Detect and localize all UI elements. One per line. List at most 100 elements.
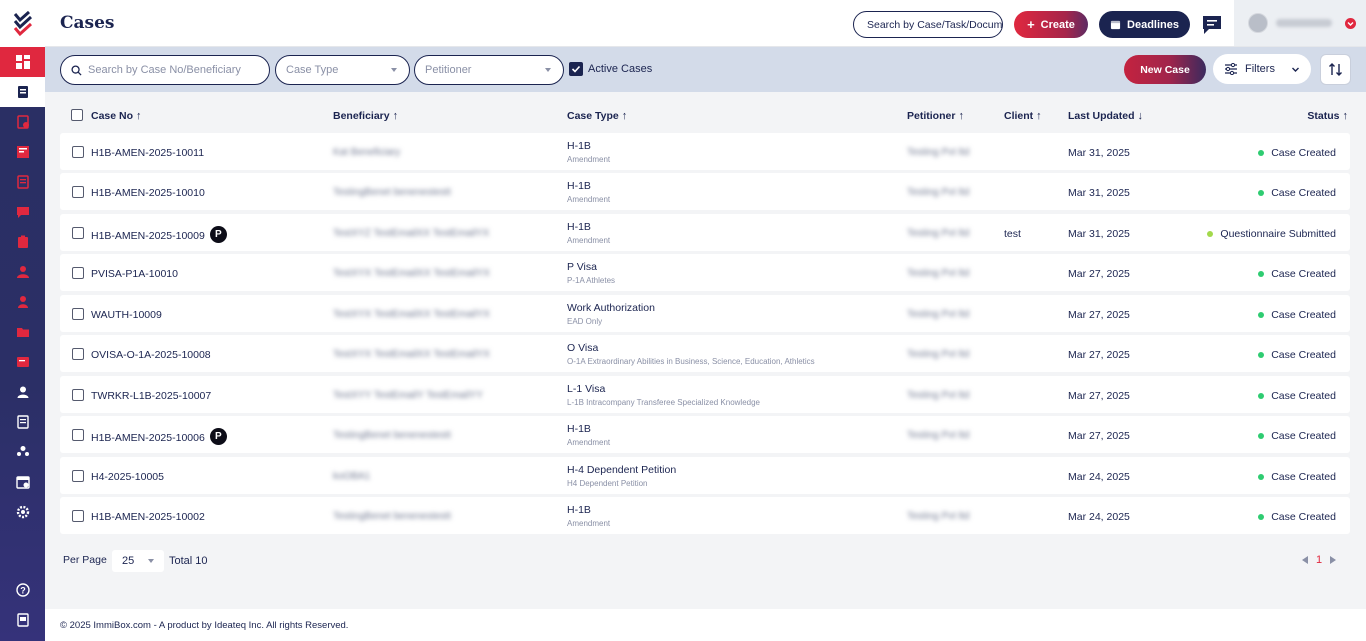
row-checkbox[interactable] (72, 308, 84, 320)
sidebar-item-clipboard[interactable] (0, 227, 45, 257)
table-row[interactable]: WAUTH-10009 TestXYX TestEmailXX TestEmai… (60, 295, 1350, 332)
notes-icon (16, 357, 29, 367)
table-row[interactable]: H1B-AMEN-2025-10006 P TestingBenet benene… (60, 416, 1350, 453)
create-button[interactable]: + Create (1014, 11, 1088, 38)
row-checkbox[interactable] (72, 186, 84, 198)
case-subtype: L-1B Intracompany Transferee Specialized… (567, 398, 760, 407)
table-row[interactable]: H1B-AMEN-2025-10011 Kat Beneficiary H-1B… (60, 133, 1350, 170)
deadlines-button[interactable]: Deadlines (1099, 11, 1190, 38)
column-header-beneficiary[interactable]: Beneficiary ↑ (333, 110, 398, 122)
filters-button[interactable]: Filters (1213, 54, 1311, 84)
case-no-link[interactable]: H1B-AMEN-2025-10011 (91, 147, 204, 159)
new-case-button[interactable]: New Case (1124, 55, 1206, 84)
status-badge: Case Created (1258, 349, 1336, 361)
chat-icon[interactable] (1201, 14, 1223, 36)
prev-page-icon[interactable] (1302, 556, 1308, 564)
beneficiary-name: TestingBenet benenestestt (333, 187, 451, 198)
sidebar-item-help[interactable]: ? (0, 575, 45, 605)
sidebar-item-guide[interactable] (0, 605, 45, 635)
global-search-input[interactable]: Search by Case/Task/Document (853, 11, 1003, 38)
sidebar-item-documents[interactable] (0, 137, 45, 167)
petitioner-select[interactable]: Petitioner (414, 55, 564, 85)
table-row[interactable]: H1B-AMEN-2025-10009 P TestXYZ TestEmailXX… (60, 214, 1350, 251)
case-search-input[interactable]: Search by Case No/Beneficiary (60, 55, 270, 85)
row-checkbox[interactable] (72, 510, 84, 522)
column-header-case-no[interactable]: Case No ↑ (91, 110, 142, 122)
app-logo[interactable] (0, 0, 45, 47)
sidebar-item-reports[interactable] (0, 407, 45, 437)
sidebar-item-team[interactable] (0, 437, 45, 467)
sidebar-item-calendar[interactable] (0, 467, 45, 497)
column-header-case-type[interactable]: Case Type ↑ (567, 110, 627, 122)
logo-icon (13, 10, 32, 36)
case-no-link[interactable]: H1B-AMEN-2025-10009 P (91, 226, 227, 243)
column-header-client[interactable]: Client ↑ (1004, 110, 1042, 122)
sidebar-item-messages[interactable] (0, 197, 45, 227)
case-no-link[interactable]: TWRKR-L1B-2025-10007 (91, 390, 211, 402)
sidebar-item-tasks[interactable] (0, 107, 45, 137)
petitioner-icon (17, 296, 28, 308)
table-row[interactable]: H1B-AMEN-2025-10010 TestingBenet benenes… (60, 173, 1350, 210)
row-checkbox[interactable] (72, 470, 84, 482)
page-number[interactable]: 1 (1316, 554, 1322, 566)
case-no-text: TWRKR-L1B-2025-10007 (91, 390, 212, 402)
case-no-link[interactable]: H4-2025-10005 (91, 471, 164, 483)
status-badge: Case Created (1258, 147, 1336, 159)
case-type: H-1B (567, 221, 591, 233)
sort-button[interactable] (1320, 54, 1351, 85)
case-no-link[interactable]: H1B-AMEN-2025-10010 (91, 187, 205, 199)
case-no-link[interactable]: H1B-AMEN-2025-10006 P (91, 428, 227, 445)
active-cases-checkbox[interactable]: Active Cases (569, 62, 652, 76)
sidebar-item-folder[interactable] (0, 317, 45, 347)
user-menu[interactable] (1234, 0, 1366, 46)
sidebar-item-beneficiary[interactable] (0, 257, 45, 287)
table-row[interactable]: TWRKR-L1B-2025-10007 TestXYY TestEmailY … (60, 376, 1350, 413)
beneficiary-name: TestingBenet benenestestt (333, 430, 451, 441)
sidebar-item-contacts[interactable] (0, 377, 45, 407)
table-row[interactable]: OVISA-O-1A-2025-10008 TestXYX TestEmailX… (60, 335, 1350, 372)
contacts-icon (17, 386, 28, 398)
case-type-select[interactable]: Case Type (275, 55, 410, 85)
case-subtype: Amendment (567, 438, 611, 447)
sidebar-item-dashboard[interactable] (0, 47, 45, 77)
table-row[interactable]: H1B-AMEN-2025-10002 TestingBenet benenes… (60, 497, 1350, 534)
case-subtype: Amendment (567, 195, 611, 204)
row-checkbox[interactable] (72, 227, 84, 239)
sidebar-item-settings[interactable] (0, 497, 45, 527)
case-no-link[interactable]: PVISA-P1A-10010 (91, 268, 178, 280)
row-checkbox[interactable] (72, 348, 84, 360)
petitioner-name: Testing Pvt ltd (907, 349, 970, 360)
case-type: H-1B (567, 504, 591, 516)
per-page-select[interactable]: 25 (112, 550, 164, 572)
column-header-last-updated[interactable]: Last Updated ↓ (1068, 110, 1143, 122)
row-checkbox[interactable] (72, 429, 84, 441)
p-badge-icon: P (209, 226, 227, 243)
arrow-up-icon: ↑ (136, 110, 142, 122)
row-checkbox[interactable] (72, 146, 84, 158)
case-type: H-4 Dependent Petition (567, 464, 677, 476)
status-dot (1258, 393, 1265, 399)
next-page-icon[interactable] (1330, 556, 1337, 564)
case-type: Work Authorization (567, 302, 655, 314)
case-no-link[interactable]: H1B-AMEN-2025-10002 (91, 511, 205, 523)
column-header-status[interactable]: Status ↑ (1307, 110, 1348, 122)
sidebar-item-cases[interactable] (0, 77, 45, 107)
select-all-checkbox[interactable] (71, 109, 83, 121)
table-row[interactable]: H4-2025-10005 koOBA1 H-4 Dependent Petit… (60, 457, 1350, 494)
case-subtype: P-1A Athletes (567, 276, 616, 285)
beneficiary-name: Kat Beneficiary (333, 147, 401, 158)
case-no-link[interactable]: OVISA-O-1A-2025-10008 (91, 349, 211, 361)
last-updated: Mar 27, 2025 (1068, 430, 1130, 442)
sidebar-item-notes[interactable] (0, 347, 45, 377)
case-no-link[interactable]: WAUTH-10009 (91, 309, 162, 321)
case-type: H-1B (567, 180, 591, 192)
sidebar-item-petitioner[interactable] (0, 287, 45, 317)
column-label: Case No (91, 110, 134, 122)
column-header-petitioner[interactable]: Petitioner ↑ (907, 110, 964, 122)
row-checkbox[interactable] (72, 267, 84, 279)
table-row[interactable]: PVISA-P1A-10010 TestXYX TestEmailXX Test… (60, 254, 1350, 291)
row-checkbox[interactable] (72, 389, 84, 401)
sidebar-item-forms[interactable] (0, 167, 45, 197)
chevron-down-icon (391, 68, 397, 72)
pagination: 1 (1302, 554, 1337, 566)
